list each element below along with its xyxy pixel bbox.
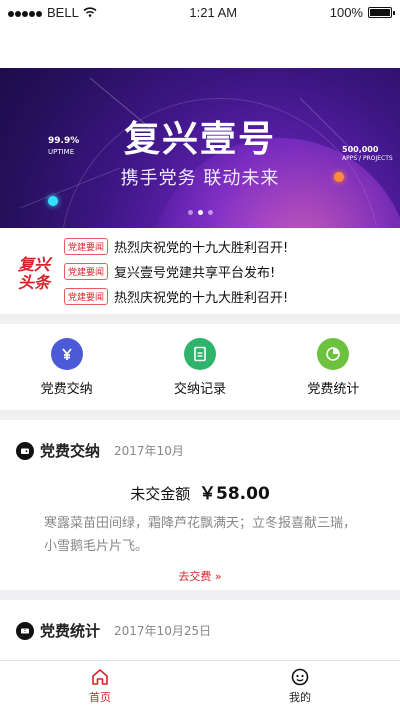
- headline-text: 热烈庆祝党的十九大胜利召开!: [114, 241, 289, 256]
- headlines-list: 党建要闻 热烈庆祝党的十九大胜利召开! 党建要闻 复兴壹号党建共享平台发布! 党…: [64, 234, 288, 309]
- action-label: 党费统计: [307, 381, 360, 397]
- profile-icon: [291, 668, 309, 685]
- card-date: 2017年10月: [114, 444, 184, 458]
- action-label: 交纳记录: [173, 381, 226, 397]
- logo-line-1: 复兴: [18, 255, 51, 274]
- promo-banner[interactable]: 99.9% UPTIME 500,000 APPS / PROJECTS 复兴壹…: [0, 68, 400, 228]
- amount-label: 未交金额: [130, 485, 191, 503]
- card-header: 党费统计 2017年10月25日: [0, 600, 400, 641]
- pay-now-link[interactable]: 去交费 »: [0, 568, 400, 584]
- carrier-label: BELL: [47, 4, 79, 20]
- fee-statistics-card: 党费统计 2017年10月25日: [0, 600, 400, 660]
- headlines-section: 复兴 头条 党建要闻 热烈庆祝党的十九大胜利召开! 党建要闻 复兴壹号党建共享平…: [0, 228, 400, 314]
- pie-chart-icon: [317, 337, 350, 370]
- amount-value: ￥58.00: [199, 484, 270, 504]
- tab-label: 首页: [89, 690, 111, 704]
- wifi-icon: [83, 7, 97, 17]
- headline-text: 复兴壹号党建共享平台发布!: [114, 266, 276, 281]
- action-payment-records[interactable]: 交纳记录: [133, 324, 266, 410]
- header-bar: [0, 24, 400, 68]
- logo-line-2: 头条: [18, 273, 51, 292]
- signal-icon: [8, 5, 43, 20]
- yen-icon: [50, 337, 83, 370]
- fee-payment-card: 党费交纳 2017年10月 未交金额 ￥58.00 寒露菜苗田间绿，霜降芦花飘满…: [0, 420, 400, 590]
- banner-pager[interactable]: [0, 210, 400, 215]
- tab-profile[interactable]: 我的: [200, 661, 400, 711]
- headline-text: 热烈庆祝党的十九大胜利召开!: [114, 291, 289, 306]
- action-fee-statistics[interactable]: 党费统计: [267, 324, 400, 410]
- headline-item[interactable]: 党建要闻 热烈庆祝党的十九大胜利召开!: [64, 284, 288, 309]
- pager-dot-active[interactable]: [197, 210, 203, 215]
- wallet-icon: [16, 441, 34, 460]
- bottom-tab-bar: 首页 我的: [0, 660, 400, 711]
- card-date: 2017年10月25日: [114, 624, 212, 638]
- pager-dot[interactable]: [187, 210, 193, 215]
- cyan-dot-decoration: [48, 196, 58, 206]
- battery-icon: [367, 6, 395, 18]
- headline-tag: 党建要闻: [64, 263, 109, 280]
- pager-dot[interactable]: [207, 210, 213, 215]
- battery-percent: 100%: [329, 4, 363, 20]
- tab-home[interactable]: 首页: [0, 661, 200, 711]
- status-left: BELL: [8, 5, 97, 20]
- unpaid-amount: 未交金额 ￥58.00: [0, 479, 400, 504]
- banner-title: 复兴壹号: [123, 119, 276, 160]
- action-label: 党费交纳: [40, 381, 93, 397]
- headline-item[interactable]: 党建要闻 复兴壹号党建共享平台发布!: [64, 259, 288, 284]
- headline-tag: 党建要闻: [64, 238, 109, 255]
- headlines-logo: 复兴 头条: [18, 256, 50, 292]
- quick-actions: 党费交纳 交纳记录 党费统计: [0, 324, 400, 410]
- action-pay-fee[interactable]: 党费交纳: [0, 324, 133, 410]
- headline-tag: 党建要闻: [64, 288, 109, 305]
- document-icon: [183, 337, 216, 370]
- card-title: 党费交纳: [40, 442, 101, 460]
- poem-text: 寒露菜苗田间绿，霜降芦花飘满天；立冬报喜献三瑞，小雪鹅毛片片飞。: [44, 516, 357, 554]
- headline-item[interactable]: 党建要闻 热烈庆祝党的十九大胜利召开!: [64, 234, 288, 259]
- status-right: 100%: [329, 4, 395, 20]
- banner-subtitle: 携手党务 联动未来: [120, 168, 280, 189]
- card-title: 党费统计: [40, 622, 101, 640]
- home-icon: [92, 668, 108, 685]
- card-header: 党费交纳 2017年10月: [0, 420, 400, 461]
- status-time: 1:21 AM: [189, 4, 238, 20]
- status-bar: BELL 1:21 AM 100%: [0, 0, 400, 24]
- tab-label: 我的: [289, 690, 311, 704]
- ticket-icon: [16, 621, 34, 640]
